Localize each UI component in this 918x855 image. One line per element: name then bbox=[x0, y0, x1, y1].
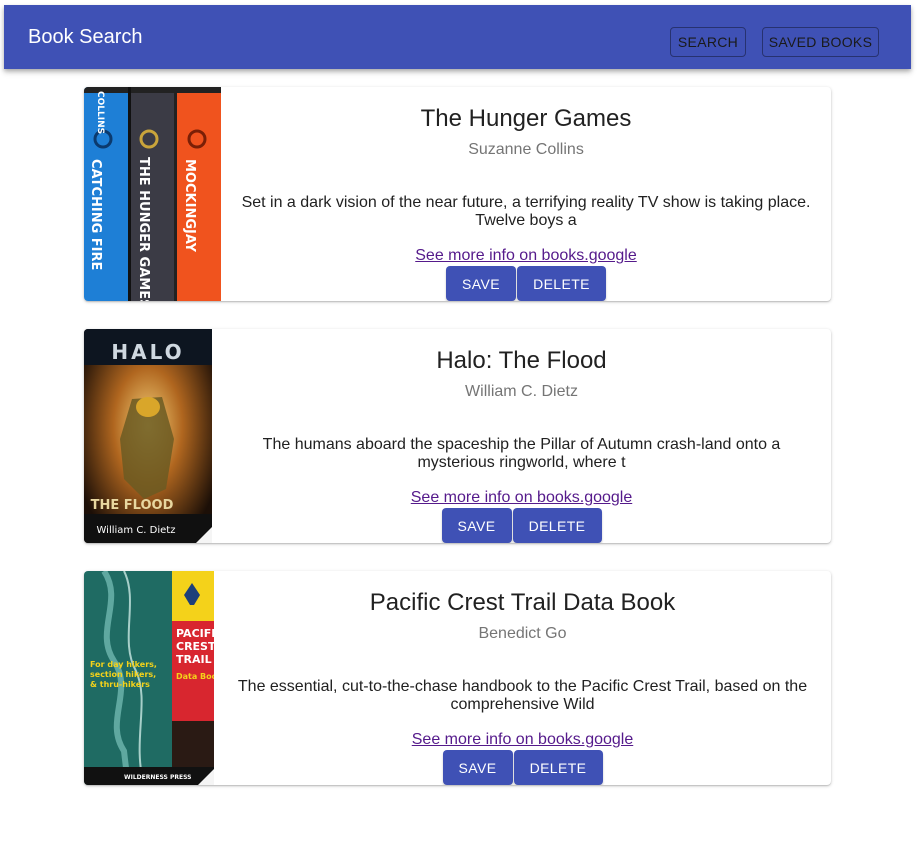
delete-button[interactable]: DELETE bbox=[513, 750, 603, 785]
google-books-link[interactable]: See more info on books.google bbox=[221, 246, 831, 266]
book-description: Set in a dark vision of the near future,… bbox=[241, 194, 811, 229]
save-button[interactable]: SAVE bbox=[441, 508, 512, 543]
book-card: CATCHING FIRE THE HUNGER GAMES MOCKINGJA… bbox=[84, 87, 831, 301]
cover-tagline-text: For day hikers, bbox=[90, 660, 157, 669]
book-author: William C. Dietz bbox=[465, 383, 578, 400]
cover-tagline-text: & thru-hikers bbox=[90, 680, 150, 689]
save-button[interactable]: SAVE bbox=[446, 266, 516, 301]
google-books-link[interactable]: See more info on books.google bbox=[214, 730, 831, 750]
book-author: Benedict Go bbox=[478, 625, 567, 642]
cover-author-text: COLLINS bbox=[95, 91, 105, 134]
delete-button[interactable]: DELETE bbox=[517, 266, 606, 301]
book-cover-image: PACIFIC CREST TRAIL Data Book For day hi… bbox=[84, 571, 214, 785]
cover-spine-text: THE HUNGER GAMES bbox=[136, 157, 151, 301]
book-title: The Hunger Games bbox=[420, 105, 632, 132]
book-description: The humans aboard the spaceship the Pill… bbox=[262, 436, 781, 471]
book-author: Suzanne Collins bbox=[468, 141, 584, 158]
book-card: HALO THE FLOOD William C. Dietz Halo: Th… bbox=[84, 329, 831, 543]
book-card: PACIFIC CREST TRAIL Data Book For day hi… bbox=[84, 571, 831, 785]
book-cover-image: CATCHING FIRE THE HUNGER GAMES MOCKINGJA… bbox=[84, 87, 221, 301]
book-description: The essential, cut-to-the-chase handbook… bbox=[237, 678, 808, 713]
cover-subtitle-text: THE FLOOD bbox=[91, 498, 174, 513]
cover-subtitle-text: Data Book bbox=[176, 672, 214, 681]
google-books-link[interactable]: See more info on books.google bbox=[212, 488, 831, 508]
book-actions: SAVE DELETE bbox=[221, 266, 831, 301]
book-card-content: Halo: The Flood William C. Dietz The hum… bbox=[212, 329, 831, 543]
book-actions: SAVE DELETE bbox=[214, 750, 831, 785]
book-cover-image: HALO THE FLOOD William C. Dietz bbox=[84, 329, 212, 543]
cover-author-text: William C. Dietz bbox=[97, 525, 176, 536]
cover-title-text: TRAIL bbox=[176, 653, 212, 666]
book-title: Pacific Crest Trail Data Book bbox=[369, 589, 676, 616]
cover-publisher-text: WILDERNESS PRESS bbox=[124, 774, 191, 781]
cover-spine-text: CATCHING FIRE bbox=[88, 159, 103, 270]
cover-spine-text: MOCKINGJAY bbox=[182, 159, 197, 253]
book-title: Halo: The Flood bbox=[436, 347, 607, 374]
cover-brand-text: HALO bbox=[111, 340, 184, 364]
nav-search-button[interactable]: SEARCH bbox=[670, 27, 746, 57]
cover-title-text: PACIFIC bbox=[176, 627, 214, 640]
book-card-content: The Hunger Games Suzanne Collins Set in … bbox=[221, 87, 831, 301]
delete-button[interactable]: DELETE bbox=[512, 508, 602, 543]
cover-tagline-text: section hikers, bbox=[90, 670, 156, 679]
cover-title-text: CREST bbox=[176, 640, 214, 653]
nav-saved-books-button[interactable]: SAVED BOOKS bbox=[762, 27, 879, 57]
save-button[interactable]: SAVE bbox=[442, 750, 513, 785]
book-actions: SAVE DELETE bbox=[212, 508, 831, 543]
app-bar: Book Search SEARCH SAVED BOOKS bbox=[4, 5, 911, 69]
book-card-content: Pacific Crest Trail Data Book Benedict G… bbox=[214, 571, 831, 785]
app-title: Book Search bbox=[28, 26, 143, 48]
